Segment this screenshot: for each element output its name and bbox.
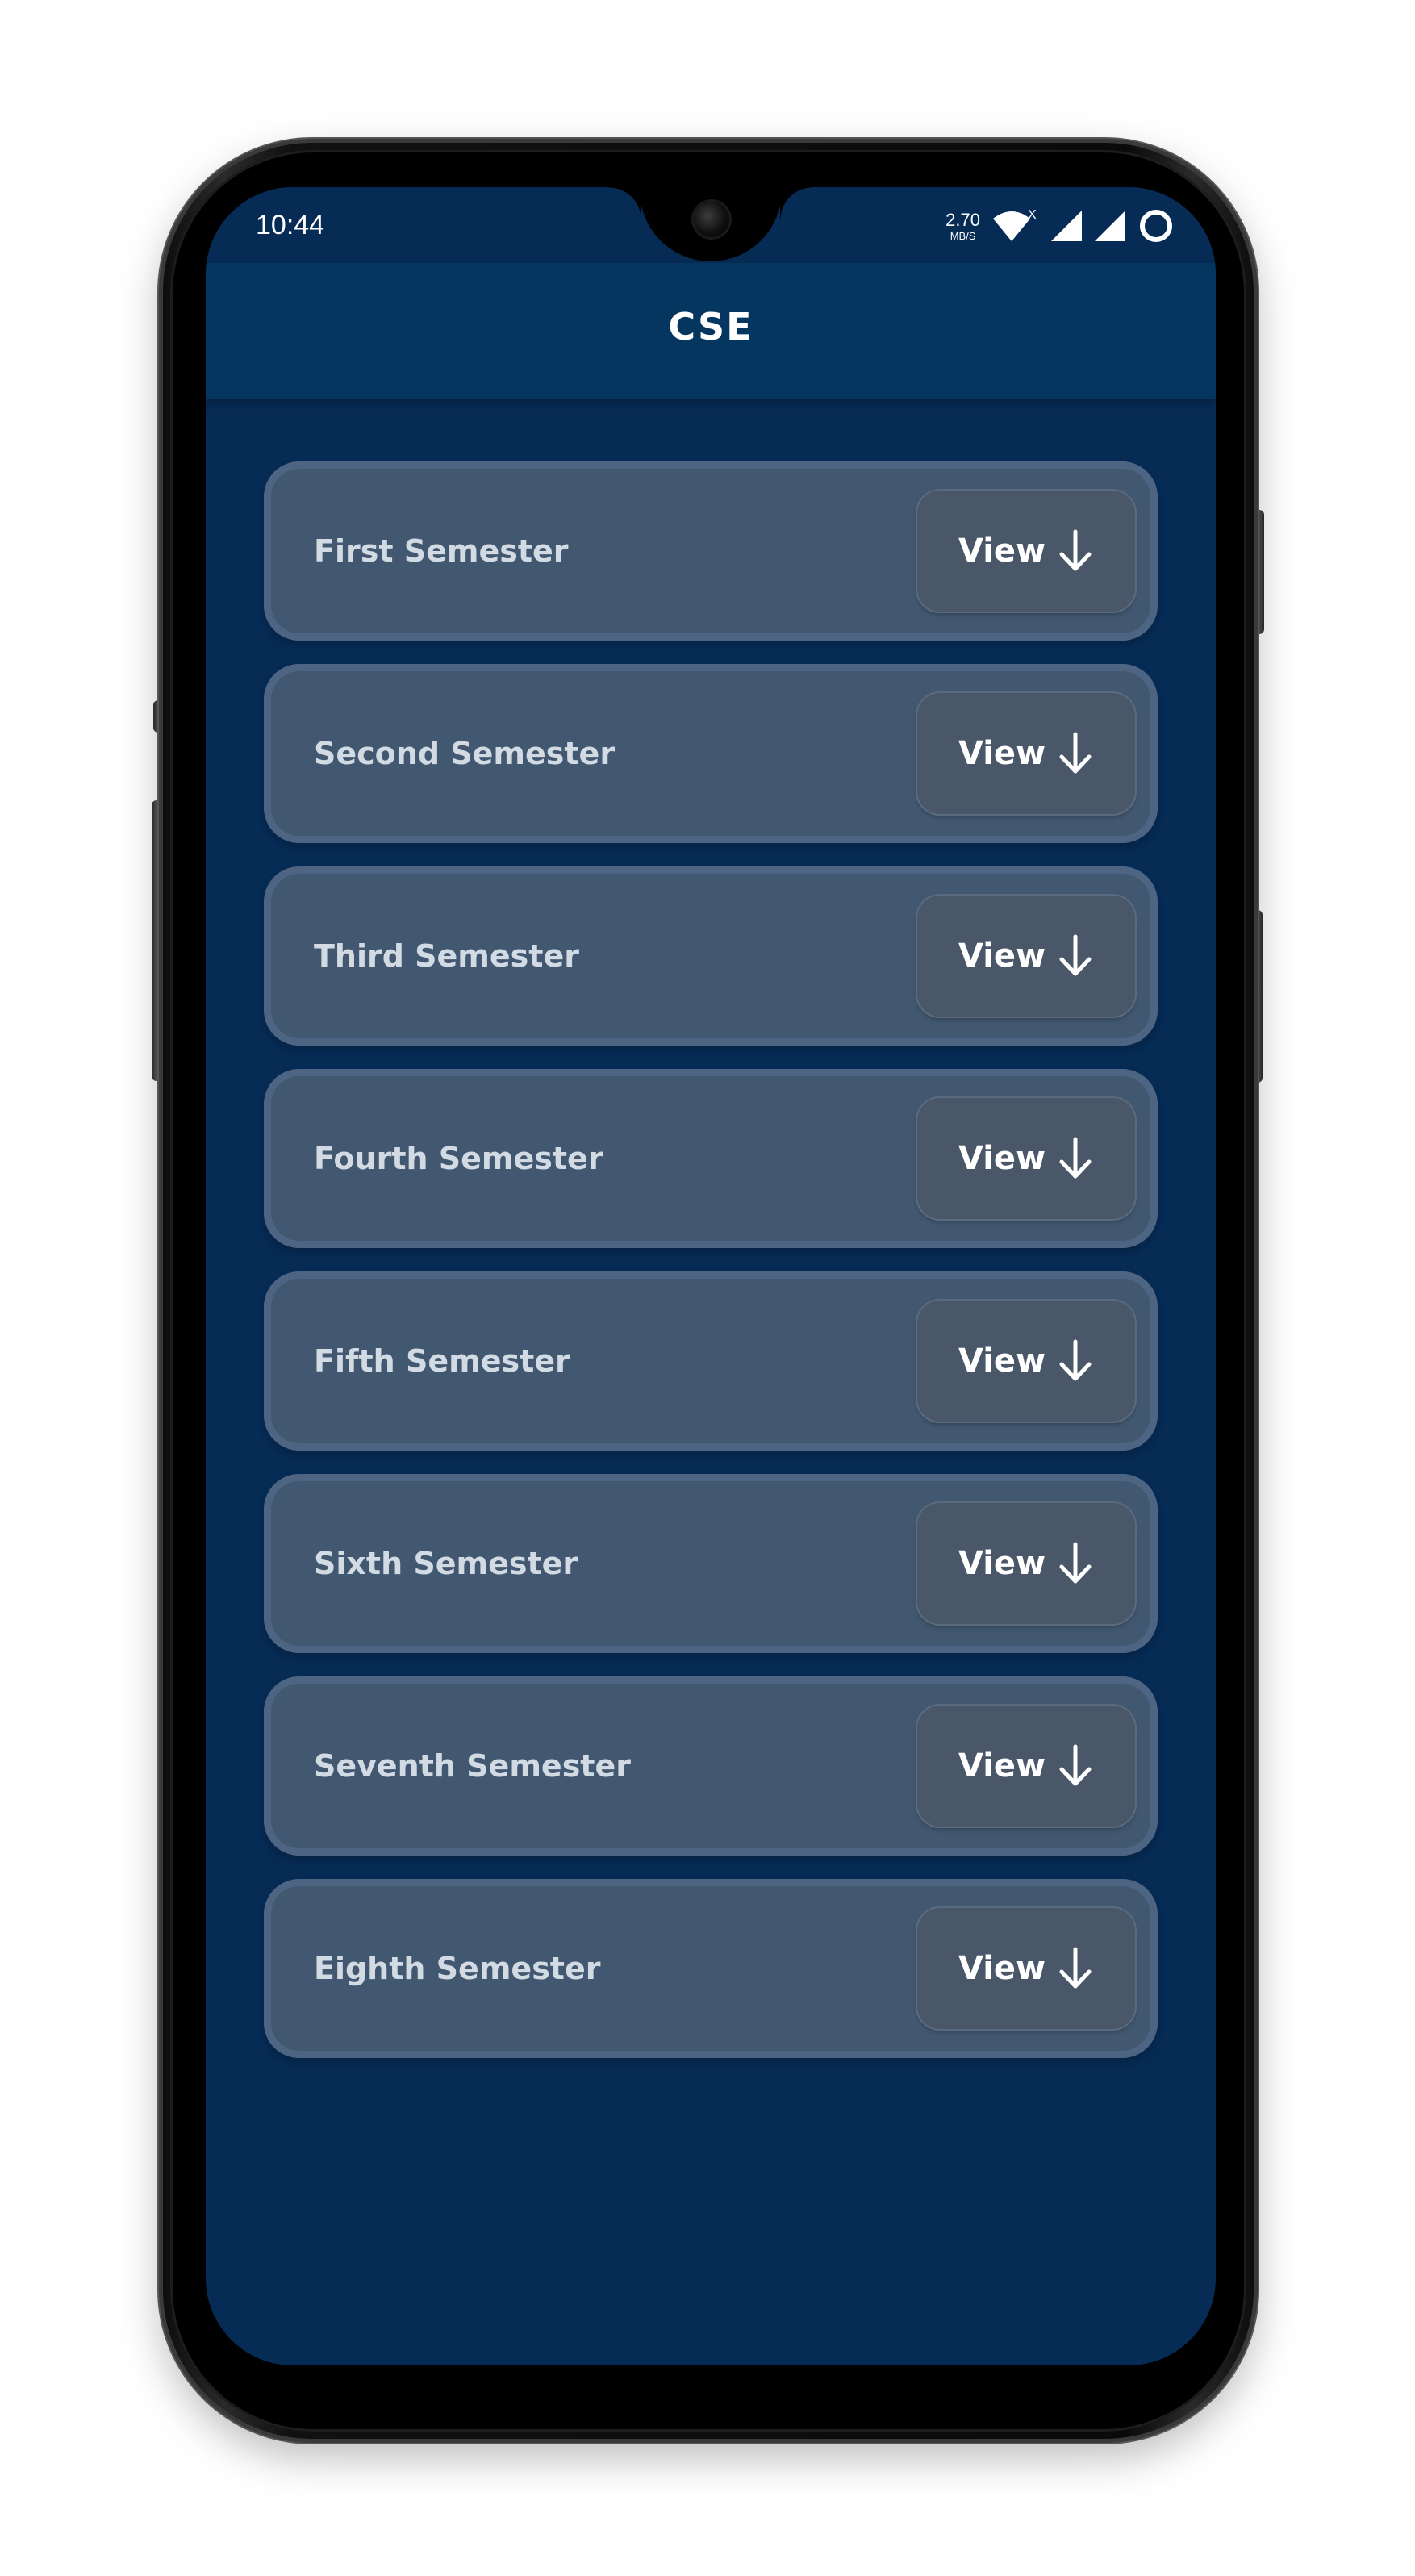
view-button-label: View [958,1747,1046,1785]
semester-label: Fifth Semester [314,1343,570,1379]
semester-card: First Semester View [264,461,1158,641]
wifi-badge: X [1028,208,1037,222]
semester-card: Eighth Semester View [264,1879,1158,2058]
wifi-icon: X [993,208,1037,241]
status-time: 10:44 [256,210,325,240]
semester-label: Eighth Semester [314,1951,601,1986]
view-button-label: View [958,1545,1046,1582]
view-button-label: View [958,1140,1046,1177]
notch-edge [780,187,812,219]
view-button-label: View [958,532,1046,570]
semester-card: Seventh Semester View [264,1676,1158,1856]
semester-card: Fifth Semester View [264,1271,1158,1451]
arrow-down-icon [1059,1339,1092,1381]
semester-label: Fourth Semester [314,1141,603,1176]
network-speed: 2.70 MB/S [945,211,980,241]
arrow-down-icon [1059,732,1092,774]
screen: 10:44 2.70 MB/S X CSE First Semester Vie… [206,187,1216,2365]
semester-card: Second Semester View [264,664,1158,843]
arrow-down-icon [1059,1947,1092,1989]
semester-list: First Semester View Second Semester View… [264,461,1158,2081]
arrow-down-icon [1059,1542,1092,1584]
cell-signal-icon [1051,211,1082,241]
view-button[interactable]: View [917,896,1135,1017]
arrow-down-icon [1059,1744,1092,1786]
app-bar: CSE [206,263,1216,399]
network-speed-unit: MB/S [950,229,976,242]
semester-label: Seventh Semester [314,1748,631,1784]
view-button-label: View [958,1342,1046,1380]
device-mockup: 10:44 2.70 MB/S X CSE First Semester Vie… [0,0,1415,2576]
notch-edge [609,187,641,219]
semester-card: Third Semester View [264,866,1158,1046]
view-button[interactable]: View [917,1503,1135,1624]
view-button-label: View [958,1950,1046,1987]
view-button[interactable]: View [917,693,1135,814]
view-button-label: View [958,735,1046,772]
arrow-down-icon [1059,1137,1092,1179]
arrow-down-icon [1059,529,1092,571]
semester-card: Sixth Semester View [264,1474,1158,1653]
view-button[interactable]: View [917,1301,1135,1422]
semester-card: Fourth Semester View [264,1069,1158,1248]
semester-label: First Semester [314,533,569,569]
view-button[interactable]: View [917,1706,1135,1827]
front-camera [694,202,729,237]
semester-label: Sixth Semester [314,1546,578,1581]
cell-signal-icon [1095,211,1125,241]
view-button[interactable]: View [917,491,1135,612]
network-speed-value: 2.70 [945,209,980,230]
arrow-down-icon [1059,934,1092,976]
page-title: CSE [668,305,753,349]
loading-ring-icon [1140,210,1172,242]
semester-label: Second Semester [314,736,616,771]
view-button-label: View [958,937,1046,975]
semester-label: Third Semester [314,938,579,974]
view-button[interactable]: View [917,1908,1135,2029]
status-icons: 2.70 MB/S X [945,205,1175,247]
view-button[interactable]: View [917,1098,1135,1219]
